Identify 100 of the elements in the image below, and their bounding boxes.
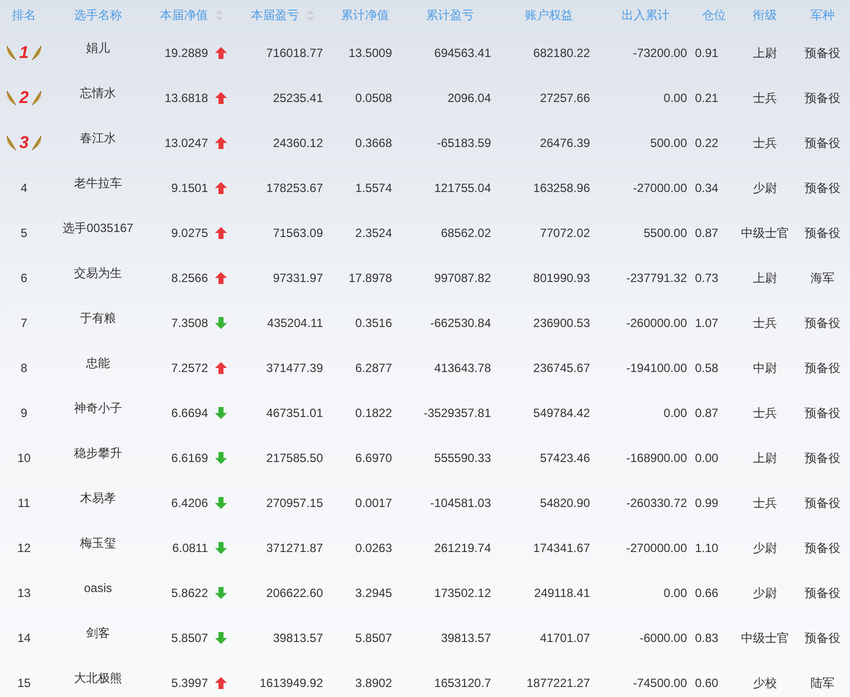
rank-number: 7 — [20, 314, 28, 332]
table-cell-text: -104581.03 — [430, 494, 491, 512]
table-cell-text: 6.6694 — [171, 404, 208, 422]
column-header: 选手名称 — [74, 7, 122, 24]
table-cell-text: 24360.12 — [272, 134, 323, 152]
column-header[interactable]: 本届净值 — [160, 6, 208, 24]
table-cell-text: 陆军 — [810, 674, 834, 692]
table-cell-text: 预备役 — [804, 360, 840, 376]
table-cell-text: 中尉 — [753, 360, 777, 376]
table-cell-text: 0.00 — [664, 90, 687, 106]
rank-number: 6 — [20, 270, 28, 286]
table-cell-text: 6.0811 — [172, 540, 208, 556]
table-cell-text: 预备役 — [804, 584, 840, 602]
table-cell-text: 预备役 — [804, 180, 840, 196]
rank-number: 8 — [20, 360, 28, 376]
table-cell-text: 中级士官 — [741, 224, 789, 242]
table-cell-text: 413643.78 — [434, 360, 491, 376]
table-cell-text: 7.2572 — [171, 360, 208, 376]
table-cell-text: 26476.39 — [540, 134, 590, 152]
laurel-branch-icon — [6, 90, 18, 106]
table-cell-text: 0.0017 — [355, 494, 392, 512]
table-cell-text: 3.2945 — [355, 584, 392, 602]
table-cell-text: 57423.46 — [540, 450, 590, 466]
table-cell-text: 682180.22 — [533, 44, 590, 62]
rank-number: 5 — [20, 224, 28, 242]
table-cell-text: 54820.90 — [540, 494, 590, 512]
table-cell-text: 236900.53 — [533, 314, 590, 332]
table-cell-text: 少尉 — [753, 180, 777, 196]
table-cell-text: 68562.02 — [440, 224, 491, 242]
table-cell-text: -27000.00 — [632, 180, 687, 196]
table-cell-text: -73200.00 — [632, 44, 687, 62]
player-name: 木易孝 — [80, 490, 116, 506]
table-cell-text: 371477.39 — [266, 360, 323, 376]
table-cell-text: 801990.93 — [533, 270, 590, 286]
rank-number: 11 — [18, 494, 30, 512]
table-cell-text: 少校 — [753, 674, 777, 692]
table-cell-text: 1.07 — [695, 314, 718, 332]
column-header: 账户权益 — [525, 7, 573, 24]
table-cell-text: 0.91 — [695, 44, 718, 62]
table-cell-text: 0.58 — [695, 360, 718, 376]
player-name: 老牛拉车 — [74, 174, 122, 192]
table-cell-text: 0.1822 — [355, 404, 392, 422]
rank-number: 4 — [20, 180, 28, 196]
table-cell-text: 少尉 — [753, 584, 777, 602]
table-cell-text: 预备役 — [804, 450, 840, 466]
table-cell-text: 士兵 — [753, 494, 777, 512]
player-name: 娟儿 — [86, 40, 110, 56]
table-cell-text: 海军 — [810, 270, 834, 286]
table-cell-text: -3529357.81 — [424, 404, 491, 422]
table-cell-text: 173502.12 — [434, 584, 491, 602]
table-cell-text: 士兵 — [753, 90, 777, 106]
table-cell-text: 0.0263 — [355, 540, 392, 556]
table-cell-text: 1.10 — [695, 540, 718, 556]
table-cell-text: 13.0247 — [164, 134, 208, 152]
table-cell-text: 0.22 — [695, 134, 718, 152]
table-cell-text: 士兵 — [753, 314, 777, 332]
table-cell-text: 预备役 — [804, 44, 840, 62]
column-header: 出入累计 — [622, 7, 670, 24]
table-cell-text: 上尉 — [753, 450, 777, 466]
table-cell-text: 0.60 — [695, 674, 718, 692]
table-cell-text: 694563.41 — [434, 44, 491, 62]
player-name: 于有粮 — [80, 310, 116, 326]
table-cell-text: 5.3997 — [171, 674, 208, 692]
table-cell-text: 9.0275 — [171, 224, 208, 242]
table-cell-text: 0.00 — [695, 450, 718, 466]
player-name: 忘情水 — [80, 84, 116, 102]
table-cell-text: 5.8622 — [171, 584, 208, 602]
table-cell-text: 163258.96 — [533, 180, 590, 196]
table-cell-text: 555590.33 — [434, 450, 491, 466]
table-cell-text: 27257.66 — [540, 90, 590, 106]
table-cell-text: 0.0508 — [355, 90, 392, 106]
player-name: 忠能 — [86, 354, 110, 372]
laurel-branch-icon — [30, 44, 42, 60]
table-cell-text: 97331.97 — [272, 270, 323, 286]
rank-number: 10 — [17, 450, 31, 466]
column-header: 仓位 — [702, 7, 726, 24]
table-cell-text: 121755.04 — [434, 180, 491, 196]
table-cell-text: 1877221.27 — [526, 674, 590, 692]
player-name: 稳步攀升 — [74, 444, 122, 462]
table-cell-text: 0.00 — [664, 404, 687, 422]
rank-number: 15 — [17, 674, 31, 692]
table-cell-text: 716018.77 — [266, 44, 323, 62]
table-cell-text: 0.21 — [695, 90, 718, 106]
column-header[interactable]: 本届盈亏 — [251, 6, 299, 24]
table-cell-text: 1.5574 — [355, 180, 392, 196]
table-cell-text: 上尉 — [753, 44, 777, 62]
table-cell-text: 8.2566 — [171, 270, 208, 286]
table-cell-text: 7.3508 — [171, 314, 208, 332]
rank-number: 1 — [19, 44, 29, 61]
table-cell-text: 6.6169 — [171, 450, 208, 466]
table-cell-text: 预备役 — [804, 314, 840, 332]
rank-number: 12 — [17, 540, 31, 556]
table-cell-text: 6.6970 — [355, 450, 392, 466]
table-cell-text: 236745.67 — [533, 360, 590, 376]
table-cell-text: -260330.72 — [626, 494, 687, 512]
table-cell-text: 997087.82 — [434, 270, 491, 286]
table-cell-text: 17.8978 — [348, 270, 392, 286]
table-cell-text: 5500.00 — [644, 224, 687, 242]
table-cell-text: 435204.11 — [267, 314, 323, 332]
table-cell-text: -662530.84 — [430, 314, 491, 332]
